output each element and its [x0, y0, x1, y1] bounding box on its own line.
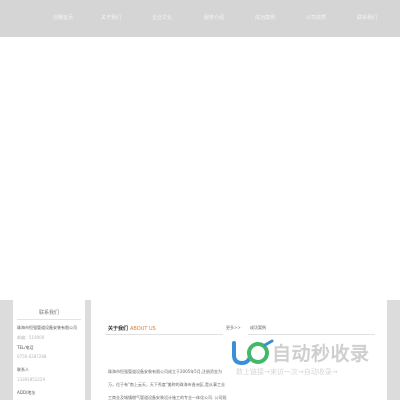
section-title-cn: 关于我们: [108, 326, 129, 332]
sidebar-title: 联系我们: [38, 310, 59, 316]
section-title-en: ABOUT US: [130, 326, 156, 332]
section-title: 关于我们 ABOUT US: [108, 325, 156, 332]
watermark-subtitle: 数上链接→来访一次→自动收录→: [236, 368, 338, 376]
about-line: 工商业及城镇燃气管道设备安装设计施工的专业一体化公司. 公司既: [108, 395, 227, 400]
nav-item-culture[interactable]: 企业文化: [152, 14, 172, 21]
phone-label: TEL/电话: [17, 345, 34, 350]
watermark-text: 自动秒收录: [272, 343, 370, 365]
mobile-number: 13392852229: [17, 377, 45, 382]
more-link[interactable]: 更多>>: [226, 325, 241, 331]
nav-item-contact[interactable]: 联系我们: [357, 14, 377, 21]
top-navigation-bar: 创赚首页 关于我们 企业文化 服务介绍 成功案例 公司资质 联系我们: [0, 0, 400, 37]
nav-item-home[interactable]: 创赚首页: [53, 14, 73, 21]
nav-item-qualifications[interactable]: 公司资质: [306, 14, 326, 21]
contact-sidebar: 联系我们 珠海市恒强管道设备安装有限公司 邮编：519000 TEL/电话 07…: [13, 300, 85, 400]
about-line: 珠海市恒强管道设备安装有限公司成立于2005年5月,注册资金为: [108, 369, 222, 374]
nav-item-services[interactable]: 服务介绍: [204, 14, 224, 21]
postal-code: 邮编：519000: [17, 335, 45, 340]
tab-success-cases[interactable]: 成功案例: [250, 325, 266, 331]
address-label: ADD/地址: [17, 390, 36, 395]
nav-item-about[interactable]: 关于我们: [101, 14, 121, 21]
contact-person-label: 联系人: [17, 367, 29, 372]
section-divider: [105, 334, 223, 335]
sidebar-divider: [17, 319, 81, 320]
tab-divider: [248, 334, 375, 335]
about-line: 万，位于有"南上云天，天下秀度"美称的珠海市香洲区,是从事工业: [108, 382, 225, 387]
watermark-logo-icon: [232, 339, 274, 366]
nav-item-cases[interactable]: 成功案例: [255, 14, 275, 21]
watermark: 自动秒收录 数上链接→来访一次→自动收录→: [228, 337, 388, 382]
banner-area: [0, 37, 400, 300]
about-paragraph: 珠海市恒强管道设备安装有限公司成立于2005年5月,注册资金为 万，位于有"南上…: [108, 365, 242, 404]
phone-number: 0756-6287288: [17, 354, 47, 359]
company-name: 珠海市恒强管道设备安装有限公司: [17, 325, 77, 330]
